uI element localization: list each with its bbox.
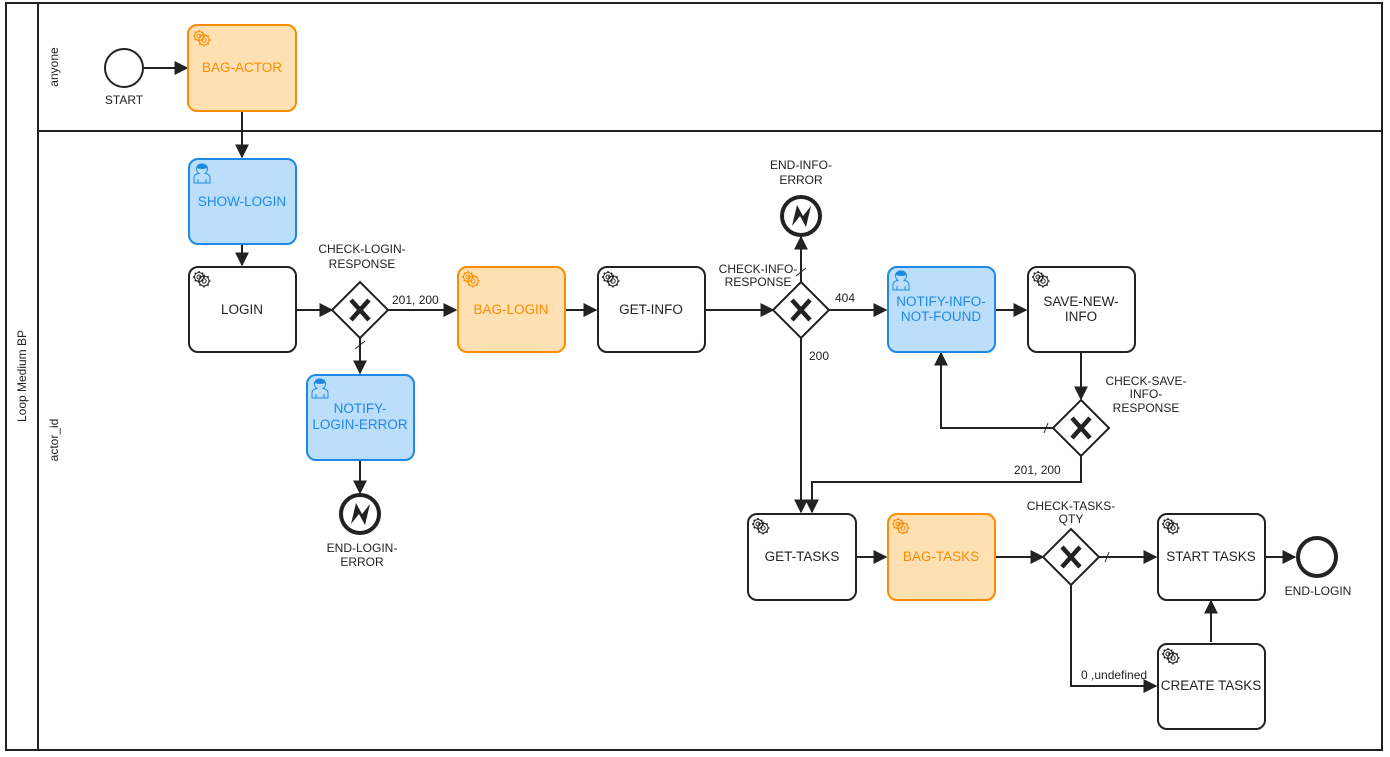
flow-check-save-notify-loop[interactable]: [934, 351, 1054, 429]
task-label: BAG-TASKS: [903, 549, 979, 564]
gateway-label-line2: RESPONSE: [329, 257, 396, 271]
task-label: GET-INFO: [619, 302, 683, 317]
start-event[interactable]: START: [104, 48, 144, 107]
task-label-line2: LOGIN-ERROR: [312, 417, 408, 432]
task-notify-login-error[interactable]: NOTIFY- LOGIN-ERROR: [306, 374, 415, 461]
task-bag-tasks[interactable]: BAG-TASKS: [887, 513, 996, 601]
task-label: CREATE TASKS: [1161, 678, 1262, 693]
end-event-login[interactable]: END-LOGIN: [1285, 536, 1352, 598]
end-event-label-line2: ERROR: [340, 555, 384, 569]
error-end-event-info[interactable]: END-INFO- ERROR: [770, 158, 832, 237]
pool-label: Loop Medium BP: [15, 330, 29, 422]
task-bag-actor[interactable]: BAG-ACTOR: [187, 24, 297, 112]
task-start-tasks[interactable]: START TASKS: [1157, 513, 1266, 601]
task-label-line1: NOTIFY-: [334, 401, 387, 416]
gateway-check-tasks-qty[interactable]: CHECK-TASKS- QTY: [1027, 499, 1115, 587]
edge-label-save-ok: 201, 200: [1014, 463, 1061, 477]
gateway-label-line1: CHECK-TASKS-: [1027, 499, 1115, 513]
start-event-label: START: [105, 93, 144, 107]
task-label: START TASKS: [1166, 549, 1256, 564]
gateway-label-line1: CHECK-LOGIN-: [318, 242, 405, 256]
gateway-label-line2: QTY: [1059, 512, 1084, 526]
bpmn-diagram: Loop Medium BP anyone actor_id 201, 200 …: [5, 2, 1383, 751]
gateway-label-line2: RESPONSE: [725, 275, 792, 289]
gateway-label-line1: CHECK-INFO-: [719, 262, 798, 276]
task-get-info[interactable]: GET-INFO: [597, 266, 706, 353]
task-label: LOGIN: [221, 302, 263, 317]
end-event-label: END-LOGIN: [1285, 584, 1352, 598]
lane-label-actor-id: actor_id: [47, 419, 61, 462]
task-label: BAG-LOGIN: [473, 302, 548, 317]
edge-label-login-ok: 201, 200: [392, 293, 439, 307]
gateway-check-login-response[interactable]: CHECK-LOGIN- RESPONSE: [318, 242, 406, 340]
end-event-label-line1: END-INFO-: [770, 158, 832, 172]
edge-label-info-404: 404: [835, 291, 855, 305]
task-login[interactable]: LOGIN: [188, 266, 297, 353]
task-show-login[interactable]: SHOW-LOGIN: [188, 158, 297, 245]
task-get-tasks[interactable]: GET-TASKS: [747, 513, 857, 601]
end-event-label-line2: ERROR: [779, 173, 823, 187]
task-label: SHOW-LOGIN: [198, 194, 286, 209]
task-label: GET-TASKS: [765, 549, 840, 564]
gateway-label-line2: INFO-: [1130, 387, 1163, 401]
task-notify-info-not-found[interactable]: NOTIFY-INFO- NOT-FOUND: [887, 266, 996, 353]
error-end-event-login[interactable]: END-LOGIN- ERROR: [327, 493, 398, 569]
gateway-check-save-info-response[interactable]: CHECK-SAVE- INFO- RESPONSE: [1051, 374, 1187, 458]
edge-label-tasks-empty: 0 ,undefined: [1081, 668, 1147, 682]
task-label-line1: NOTIFY-INFO-: [896, 294, 986, 309]
task-bag-login[interactable]: BAG-LOGIN: [457, 266, 566, 353]
task-label: BAG-ACTOR: [202, 60, 282, 75]
task-create-tasks[interactable]: CREATE TASKS: [1157, 643, 1266, 730]
edge-label-info-200: 200: [809, 349, 829, 363]
gateway-check-info-response[interactable]: CHECK-INFO- RESPONSE: [719, 262, 831, 340]
task-label-line2: NOT-FOUND: [901, 309, 981, 324]
task-label-line2: INFO: [1065, 309, 1097, 324]
end-event-label-line1: END-LOGIN-: [327, 541, 398, 555]
task-save-new-info[interactable]: SAVE-NEW- INFO: [1027, 266, 1136, 353]
lane-label-anyone: anyone: [47, 47, 61, 87]
gateway-label-line1: CHECK-SAVE-: [1105, 374, 1186, 388]
task-label-line1: SAVE-NEW-: [1043, 294, 1118, 309]
gateway-label-line3: RESPONSE: [1113, 401, 1180, 415]
